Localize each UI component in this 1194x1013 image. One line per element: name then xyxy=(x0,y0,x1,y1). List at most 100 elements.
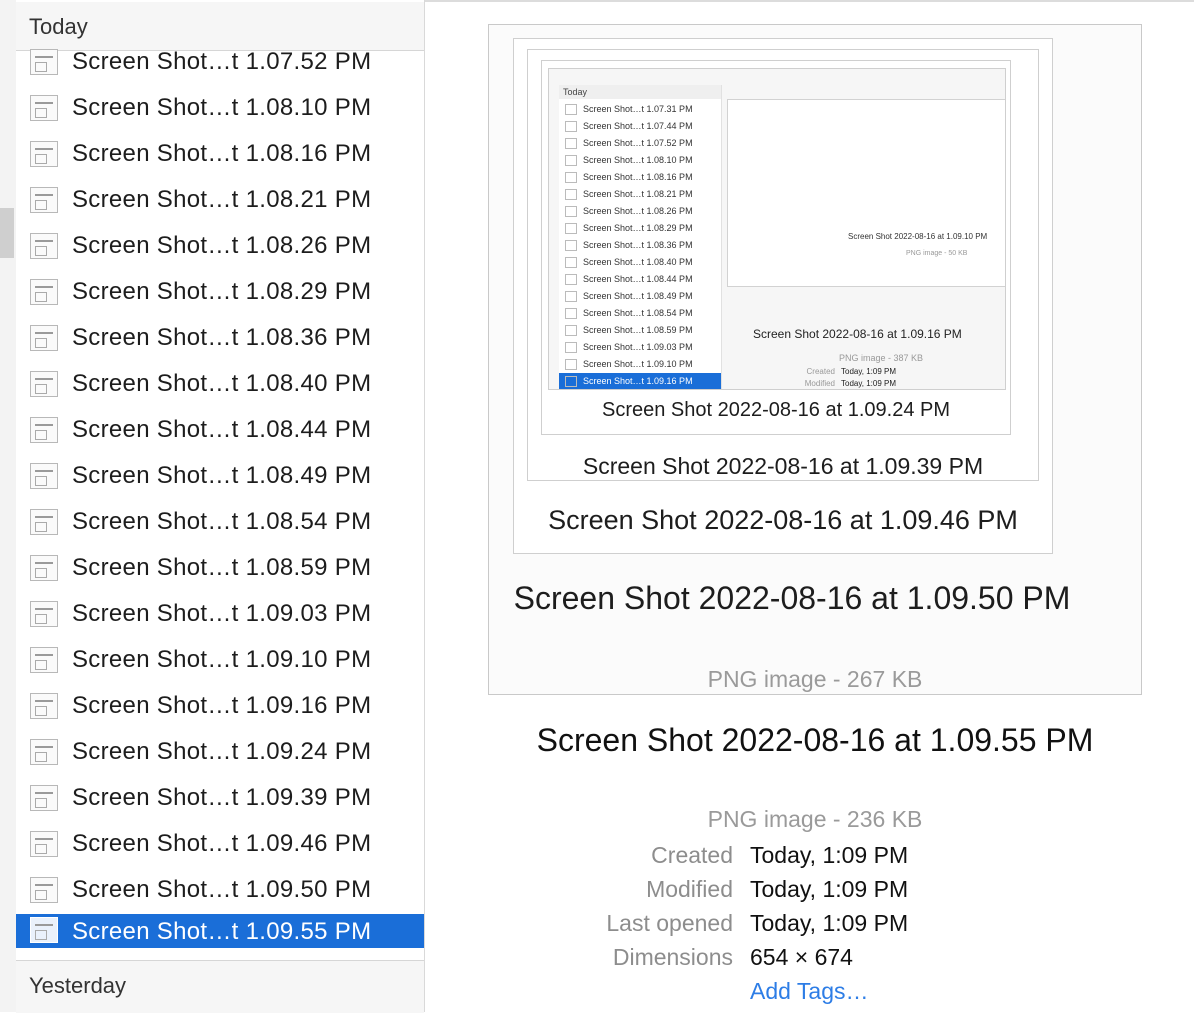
last-opened-label: Last opened xyxy=(606,910,733,936)
list-item[interactable]: Screen Shot…t 1.09.55 PM xyxy=(16,914,424,948)
list-item[interactable]: Screen Shot…t 1.09.46 PM xyxy=(16,822,424,868)
preview-image[interactable]: Today Screen Shot…t 1.07.31 PM Screen Sho… xyxy=(488,24,1142,695)
file-kind: PNG image - 236 KB xyxy=(707,806,923,832)
list-item[interactable]: Screen Shot…t 1.08.26 PM xyxy=(16,224,424,270)
screenshot-thumbnail-icon xyxy=(30,95,58,121)
list-item[interactable]: Screen Shot…t 1.09.24 PM xyxy=(16,730,424,776)
mini-list-item-label: Screen Shot…t 1.08.29 PM xyxy=(583,223,693,233)
list-item-label: Screen Shot…t 1.09.16 PM xyxy=(72,692,372,719)
mini-list-item: Screen Shot…t 1.08.10 PM xyxy=(559,152,721,169)
screenshot-thumbnail-icon xyxy=(30,601,58,627)
screenshot-thumbnail-icon xyxy=(30,187,58,213)
file-list-pane[interactable]: Today Screen Shot…t 1.07.52 PM Screen Sho… xyxy=(16,0,425,1013)
list-item-label: Screen Shot…t 1.08.59 PM xyxy=(72,554,372,581)
list-item-label: Screen Shot…t 1.09.50 PM xyxy=(72,876,372,903)
list-item[interactable]: Screen Shot…t 1.09.39 PM xyxy=(16,776,424,822)
mini-list-item: Screen Shot…t 1.08.21 PM xyxy=(559,186,721,203)
screenshot-thumbnail-icon xyxy=(30,463,58,489)
mini-thumbnail-icon xyxy=(565,325,577,337)
mini-list-item-label: Screen Shot…t 1.09.10 PM xyxy=(583,359,693,369)
list-item-label: Screen Shot…t 1.09.10 PM xyxy=(72,646,372,673)
mini-list-item: Screen Shot…t 1.08.29 PM xyxy=(559,220,721,237)
preview-frame-3: Today Screen Shot…t 1.07.31 PM Screen Sho… xyxy=(541,60,1011,435)
dimensions-value: 654 × 674 xyxy=(750,944,853,970)
list-item-label: Screen Shot…t 1.08.49 PM xyxy=(72,462,372,489)
list-item[interactable]: Screen Shot…t 1.09.16 PM xyxy=(16,684,424,730)
mini-list-item-label: Screen Shot…t 1.08.10 PM xyxy=(583,155,693,165)
list-item-label: Screen Shot…t 1.09.55 PM xyxy=(72,918,372,945)
mini-list-item: Screen Shot…t 1.08.16 PM xyxy=(559,169,721,186)
screenshot-thumbnail-icon xyxy=(30,325,58,351)
list-item[interactable]: Screen Shot…t 1.08.10 PM xyxy=(16,86,424,132)
list-item-label: Screen Shot…t 1.08.26 PM xyxy=(72,232,372,259)
list-item-label: Screen Shot…t 1.08.21 PM xyxy=(72,186,372,213)
screenshot-thumbnail-icon xyxy=(30,233,58,259)
mini-list-item-label: Screen Shot…t 1.08.49 PM xyxy=(583,291,693,301)
list-item[interactable]: Screen Shot…t 1.08.59 PM xyxy=(16,546,424,592)
preview-caption-1-kind: PNG image - 267 KB xyxy=(707,666,923,692)
mini-thumbnail-icon xyxy=(565,257,577,269)
mini-thumbnail-icon xyxy=(565,121,577,133)
list-item-label: Screen Shot…t 1.09.46 PM xyxy=(72,830,372,857)
mini-section-header: Today xyxy=(559,85,721,99)
list-item[interactable]: Screen Shot…t 1.08.29 PM xyxy=(16,270,424,316)
gutter-scroll-thumb[interactable] xyxy=(0,208,14,258)
mini-list-item-label: Screen Shot…t 1.09.16 PM xyxy=(583,376,693,386)
mini-list-item-label: Screen Shot…t 1.08.54 PM xyxy=(583,308,693,318)
list-item[interactable]: Screen Shot…t 1.08.36 PM xyxy=(16,316,424,362)
list-item[interactable]: Screen Shot…t 1.08.44 PM xyxy=(16,408,424,454)
mini-list-item-label: Screen Shot…t 1.07.44 PM xyxy=(583,121,693,131)
preview-caption-2: Screen Shot 2022-08-16 at 1.09.46 PM xyxy=(548,505,1018,535)
screenshot-thumbnail-icon xyxy=(30,739,58,765)
left-gutter xyxy=(0,0,17,1012)
mini-modified-value: Today, 1:09 PM xyxy=(841,379,896,388)
add-tags-link[interactable]: Add Tags… xyxy=(750,978,868,1005)
modified-value: Today, 1:09 PM xyxy=(750,876,909,902)
list-item-label: Screen Shot…t 1.08.40 PM xyxy=(72,370,372,397)
mini-list-item: Screen Shot…t 1.07.52 PM xyxy=(559,135,721,152)
list-item[interactable]: Screen Shot…t 1.08.16 PM xyxy=(16,132,424,178)
mini-list-item-label: Screen Shot…t 1.07.52 PM xyxy=(583,138,693,148)
screenshot-thumbnail-icon xyxy=(30,279,58,305)
file-title: Screen Shot 2022-08-16 at 1.09.55 PM xyxy=(536,722,1094,758)
list-item[interactable]: Screen Shot…t 1.08.40 PM xyxy=(16,362,424,408)
section-header-yesterday: Yesterday xyxy=(16,960,424,1013)
mini-thumbnail-icon xyxy=(565,155,577,167)
list-item[interactable]: Screen Shot…t 1.08.49 PM xyxy=(16,454,424,500)
screenshot-thumbnail-icon xyxy=(30,49,58,75)
list-item[interactable]: Screen Shot…t 1.08.54 PM xyxy=(16,500,424,546)
section-title: Today xyxy=(29,14,88,39)
list-item[interactable]: Screen Shot…t 1.07.52 PM xyxy=(16,40,424,86)
screenshot-thumbnail-icon xyxy=(30,877,58,903)
created-label: Created xyxy=(651,842,733,868)
mini-modified-label: Modified xyxy=(804,379,835,388)
list-item[interactable]: Screen Shot…t 1.09.03 PM xyxy=(16,592,424,638)
list-item[interactable]: Screen Shot…t 1.08.21 PM xyxy=(16,178,424,224)
list-item-label: Screen Shot…t 1.07.52 PM xyxy=(72,48,372,75)
mini-list-item: Screen Shot…t 1.07.31 PM xyxy=(559,101,721,118)
created-value: Today, 1:09 PM xyxy=(750,842,909,868)
mini-deep-title: Screen Shot 2022-08-16 at 1.09.10 PM xyxy=(848,232,988,241)
mini-list-item: Screen Shot…t 1.07.44 PM xyxy=(559,118,721,135)
last-opened-value: Today, 1:09 PM xyxy=(750,910,909,936)
mini-thumbnail-icon xyxy=(565,308,577,320)
list-item[interactable]: Screen Shot…t 1.09.10 PM xyxy=(16,638,424,684)
list-item-label: Screen Shot…t 1.09.03 PM xyxy=(72,600,372,627)
list-item-label: Screen Shot…t 1.08.29 PM xyxy=(72,278,372,305)
mini-list-item-label: Screen Shot…t 1.07.31 PM xyxy=(583,104,693,114)
mini-preview-image: Screen Shot 2022-08-16 at 1.09.10 PM PNG… xyxy=(727,99,1005,287)
screenshot-thumbnail-icon xyxy=(30,693,58,719)
screenshot-thumbnail-icon xyxy=(30,917,58,943)
mini-list-item-label: Screen Shot…t 1.09.03 PM xyxy=(583,342,693,352)
preview-caption-1: Screen Shot 2022-08-16 at 1.09.50 PM xyxy=(513,580,1071,616)
list-item-label: Screen Shot…t 1.08.10 PM xyxy=(72,94,372,121)
mini-list-item-label: Screen Shot…t 1.08.21 PM xyxy=(583,189,693,199)
screenshot-thumbnail-icon xyxy=(30,647,58,673)
preview-frame-1: Today Screen Shot…t 1.07.31 PM Screen Sho… xyxy=(513,38,1053,554)
list-item-label: Screen Shot…t 1.08.54 PM xyxy=(72,508,372,535)
mini-thumbnail-icon xyxy=(565,104,577,116)
mini-preview-pane: Screen Shot 2022-08-16 at 1.09.10 PM PNG… xyxy=(727,99,1005,389)
screenshot-thumbnail-icon xyxy=(30,371,58,397)
modified-label: Modified xyxy=(646,876,733,902)
list-item[interactable]: Screen Shot…t 1.09.50 PM xyxy=(16,868,424,914)
